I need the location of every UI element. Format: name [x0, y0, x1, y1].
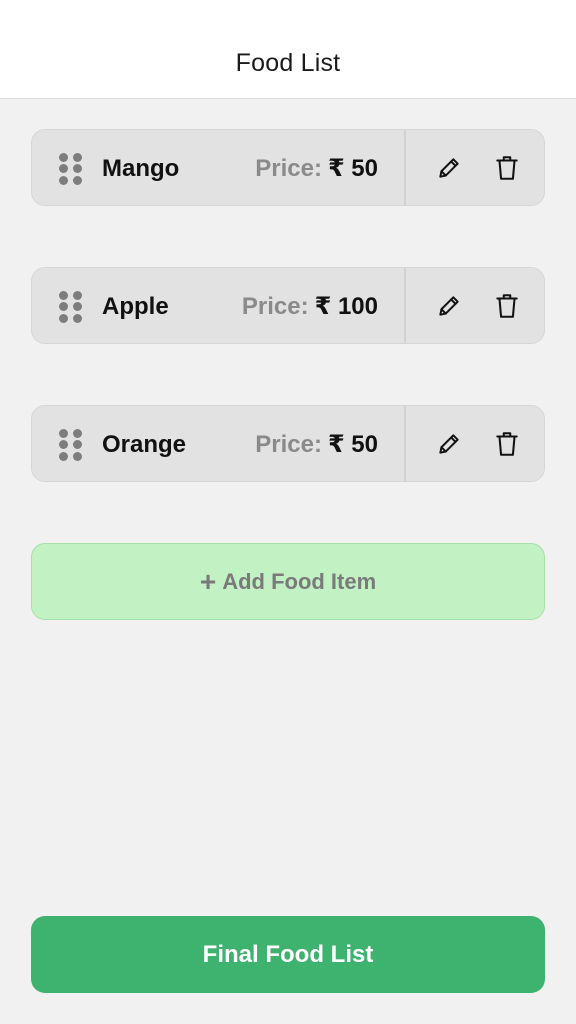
delete-button[interactable]: [489, 150, 525, 186]
price-label: Price:: [255, 154, 322, 182]
final-food-list-button[interactable]: Final Food List: [31, 916, 545, 993]
divider: [404, 406, 406, 481]
price-value: ₹ 100: [314, 293, 378, 320]
edit-button[interactable]: [431, 150, 467, 186]
item-price: Price: ₹ 100: [242, 268, 378, 345]
trash-icon: [496, 294, 518, 318]
drag-handle-icon[interactable]: [59, 429, 83, 461]
item-name: Orange: [102, 430, 187, 458]
trash-icon: [496, 156, 518, 180]
plus-icon: +: [199, 565, 217, 597]
item-name: Apple: [102, 292, 169, 320]
pencil-icon: [439, 434, 459, 454]
item-name: Mango: [102, 154, 180, 182]
item-price: Price: ₹ 50: [255, 130, 378, 207]
edit-button[interactable]: [431, 426, 467, 462]
final-food-list-label: Final Food List: [202, 940, 374, 968]
divider: [404, 268, 406, 343]
price-label: Price:: [241, 292, 309, 320]
edit-button[interactable]: [431, 288, 467, 324]
page-title: Food List: [235, 49, 341, 77]
food-list: Mango Price: ₹ 50 Apple Price: ₹ 100 Ora…: [31, 129, 545, 543]
pencil-icon: [439, 296, 459, 316]
trash-icon: [496, 432, 518, 456]
price-value: ₹ 50: [327, 155, 378, 182]
add-food-item-button[interactable]: + Add Food Item: [31, 543, 545, 620]
add-food-item-label: Add Food Item: [222, 568, 377, 594]
divider: [404, 130, 406, 205]
delete-button[interactable]: [489, 426, 525, 462]
delete-button[interactable]: [489, 288, 525, 324]
list-item: Apple Price: ₹ 100: [31, 267, 545, 344]
item-price: Price: ₹ 50: [255, 406, 378, 483]
drag-handle-icon[interactable]: [59, 153, 83, 185]
app-header: Food List: [0, 0, 576, 99]
drag-handle-icon[interactable]: [59, 291, 83, 323]
list-item: Orange Price: ₹ 50: [31, 405, 545, 482]
price-label: Price:: [255, 430, 322, 458]
pencil-icon: [439, 158, 459, 178]
list-item: Mango Price: ₹ 50: [31, 129, 545, 206]
price-value: ₹ 50: [327, 431, 378, 458]
